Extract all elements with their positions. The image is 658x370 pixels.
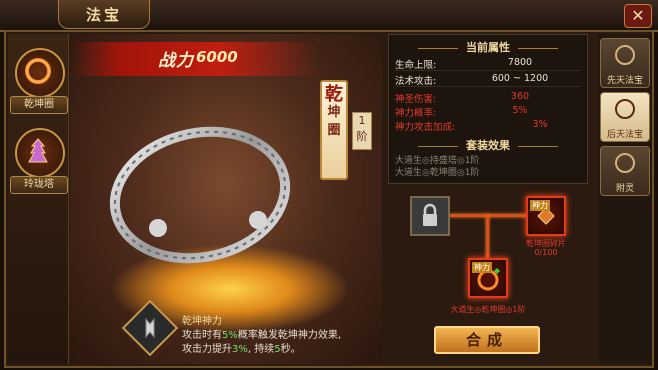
link-line	[450, 214, 528, 217]
skill-desc-line1: 攻击时有5%概率触发乾坤神力效果,	[182, 326, 341, 341]
tower-icon[interactable]	[15, 128, 65, 178]
special-attr-row: 神圣伤害: 360	[395, 91, 581, 105]
item-name-char-1: 坤	[327, 105, 341, 120]
attr-title: 当前属性	[389, 39, 587, 55]
bird-icon	[615, 45, 635, 65]
locked-slot[interactable]	[410, 196, 450, 236]
tab-acquired-treasure[interactable]: 后天法宝	[600, 92, 650, 142]
fragment-slot[interactable]: 神力	[526, 196, 566, 236]
power-label: 战力	[158, 51, 194, 71]
item-name-char-0: 乾	[325, 84, 343, 105]
special-attr-row: 神力攻击加成: 3%	[395, 119, 581, 133]
skill-highlight: 3%	[232, 344, 248, 355]
skill-icon	[145, 317, 155, 339]
left-item-label-1[interactable]: 玲珑塔	[10, 176, 68, 194]
treasure-list: 乾坤圈 玲珑塔	[8, 34, 69, 364]
attr-key: 生命上限:	[395, 60, 437, 71]
target-name: 大道生◎乾坤圈◎1阶	[450, 305, 526, 314]
attr-key: 法术攻击:	[395, 76, 437, 87]
skill-text: , 持续	[247, 344, 275, 355]
special-attr-row: 神力概率: 5%	[395, 105, 581, 119]
set-effect-title: 套装效果	[389, 137, 587, 153]
grade-number: 1	[358, 114, 366, 127]
window-title: 法宝	[58, 0, 150, 29]
attr-key: 神力概率:	[395, 108, 437, 119]
power-banner	[72, 42, 318, 76]
grade-tag: 1 阶	[352, 112, 372, 150]
attr-value: 600 ~ 1200	[491, 73, 549, 84]
close-button[interactable]: ✕	[624, 4, 652, 28]
ring-artwork	[109, 126, 291, 264]
skill-name: 乾坤神力	[182, 316, 222, 327]
item-name-banner: 乾 坤 圈	[320, 80, 348, 180]
fragment-tag: 神力	[530, 200, 550, 211]
power-value: 6000	[196, 48, 238, 66]
compose-button[interactable]: 合成	[434, 326, 540, 354]
lock-icon	[423, 203, 437, 226]
ring-icon[interactable]	[15, 48, 65, 98]
attr-value: 7800	[507, 57, 533, 68]
tab-innate-treasure[interactable]: 先天法宝	[600, 38, 650, 88]
target-tag: 神力	[472, 262, 492, 273]
item-name-char-2: 圈	[327, 123, 341, 138]
tab-spirit[interactable]: 附灵	[600, 146, 650, 196]
flower-icon	[615, 153, 635, 173]
attr-key: 神圣伤害:	[395, 94, 437, 105]
left-item-label-0[interactable]: 乾坤圈	[10, 96, 68, 114]
attr-key: 神力攻击加成:	[395, 122, 456, 133]
attr-value: 3%	[532, 119, 548, 130]
attribute-panel: 当前属性 生命上限: 7800 法术攻击: 600 ~ 1200 神圣伤害: 3…	[388, 34, 588, 184]
skill-text: 攻击力提升	[182, 344, 232, 355]
attr-value: 360	[510, 91, 530, 102]
tab-label: 附灵	[615, 184, 634, 194]
fragment-count: 0/100	[534, 248, 558, 257]
tab-label: 先天法宝	[606, 76, 643, 86]
skill-text: 秒。	[280, 344, 301, 355]
attr-row: 生命上限: 7800	[395, 57, 581, 71]
grade-unit: 阶	[356, 130, 368, 143]
swirl-icon	[615, 99, 635, 119]
target-slot[interactable]: 神力	[468, 258, 508, 298]
attr-value: 5%	[512, 105, 528, 116]
tab-label: 后天法宝	[606, 130, 643, 140]
skill-desc-line2: 攻击力提升3%, 持续5秒。	[182, 340, 301, 355]
set-effect-line-1: 大道生◎乾坤圈◎1阶	[395, 168, 480, 178]
category-tabs: 先天法宝 后天法宝 附灵	[598, 34, 652, 364]
attr-row: 法术攻击: 600 ~ 1200	[395, 73, 581, 87]
link-line	[486, 214, 489, 260]
